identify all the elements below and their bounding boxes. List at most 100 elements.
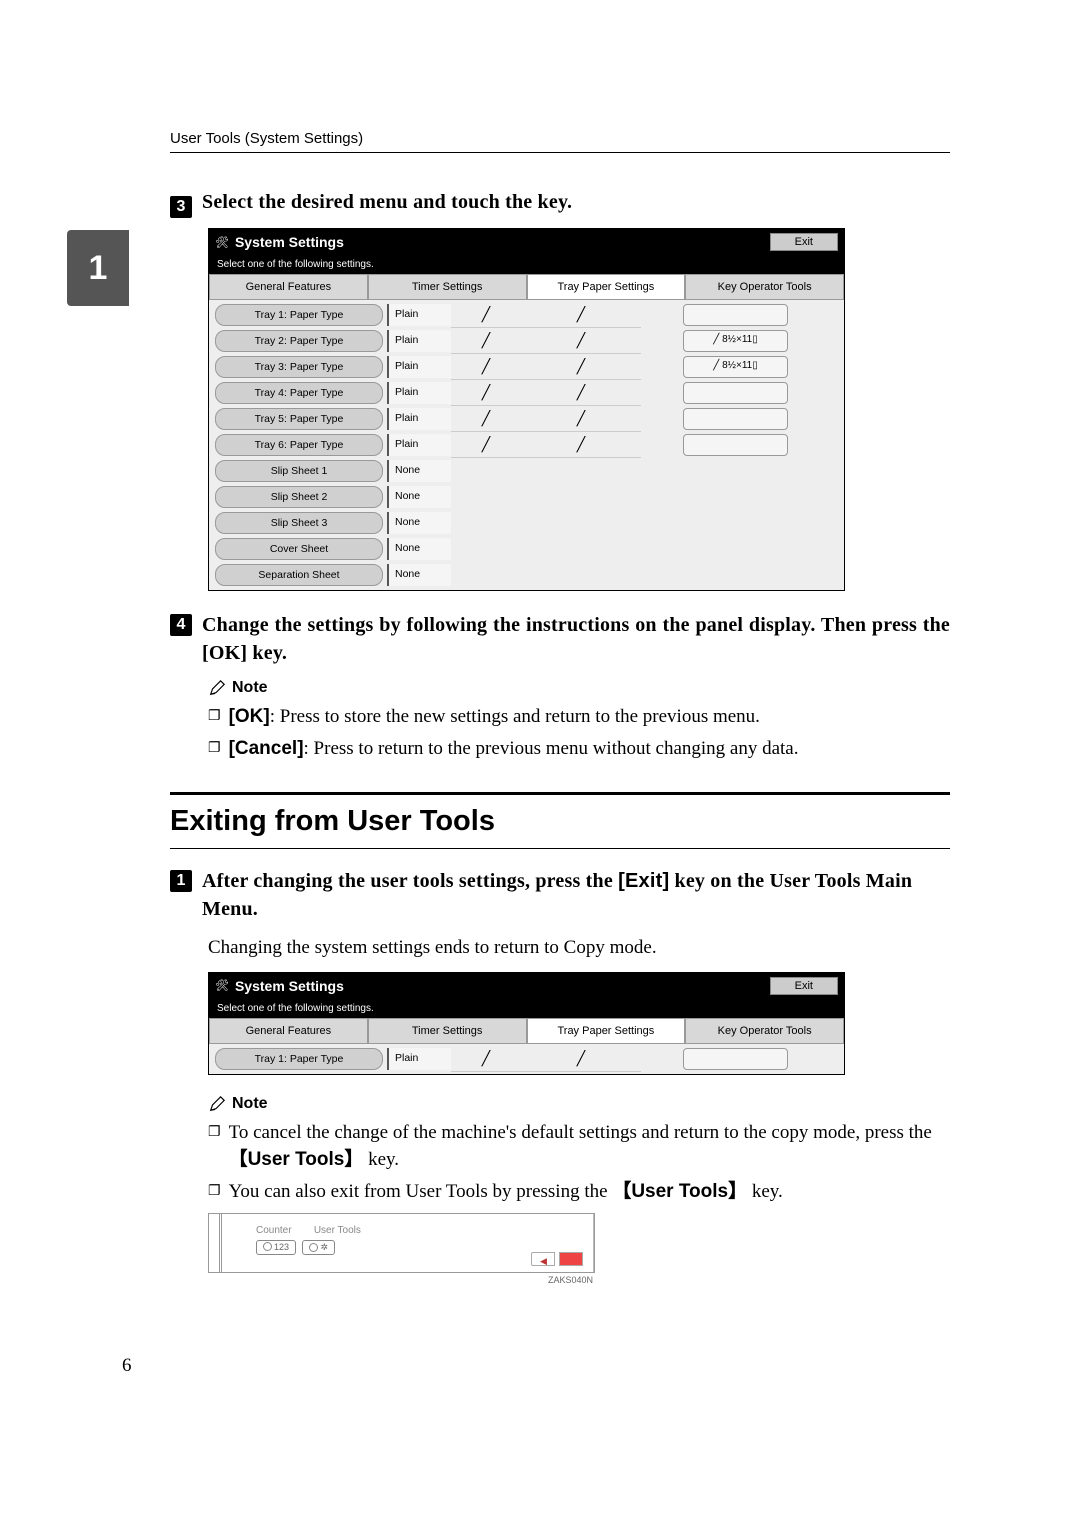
ss2-tray1-size-box[interactable] (683, 1048, 788, 1070)
tray4-col2: ╱ (451, 380, 521, 406)
bullet-cancel: ❐ [Cancel]: Press to return to the previ… (208, 735, 950, 763)
tab-tray-paper-settings[interactable]: Tray Paper Settings (527, 274, 686, 300)
ss2-tab-tray[interactable]: Tray Paper Settings (527, 1018, 686, 1044)
bullet-cancel-change: ❐ To cancel the change of the machine's … (208, 1119, 950, 1174)
tray5-size-box[interactable] (683, 408, 788, 430)
ss1-title: System Settings (235, 234, 764, 250)
slipsheet2-button[interactable]: Slip Sheet 2 (215, 486, 383, 508)
slipsheet3-button[interactable]: Slip Sheet 3 (215, 512, 383, 534)
tab-timer-settings[interactable]: Timer Settings (368, 274, 527, 300)
ss2-body: Tray 1: Paper TypePlain╱╱ (209, 1044, 844, 1074)
tray6-col2: ╱ (451, 432, 521, 458)
cancel-change-text-b: key. (363, 1149, 399, 1170)
stop-key-icon[interactable] (559, 1252, 583, 1266)
tray6-size-box[interactable] (683, 434, 788, 456)
ss2-tray1-value: Plain (387, 1048, 451, 1070)
ss2-tray1-col2: ╱ (451, 1046, 521, 1072)
figure-code: ZAKS040N (208, 1275, 593, 1285)
ss2-titlebar: 🛠 System Settings Exit (209, 973, 844, 999)
separationsheet-value: None (387, 564, 451, 586)
tray6-col3: ╱ (521, 432, 641, 458)
running-header-text: User Tools (System Settings) (170, 130, 363, 147)
tab-key-operator-tools[interactable]: Key Operator Tools (685, 274, 844, 300)
ss2-tab-keyop[interactable]: Key Operator Tools (685, 1018, 844, 1044)
note-header-2: Note (208, 1095, 950, 1113)
bullet-icon: ❐ (208, 1123, 221, 1178)
tray6-value: Plain (387, 434, 451, 456)
tray1-col3: ╱ (521, 302, 641, 328)
ss2-tray1-button[interactable]: Tray 1: Paper Type (215, 1048, 383, 1070)
body-text-1: Changing the system settings ends to ret… (208, 935, 950, 962)
tab-general-features[interactable]: General Features (209, 274, 368, 300)
usertools-label: User Tools (314, 1225, 361, 1236)
tray3-value: Plain (387, 356, 451, 378)
tray2-value: Plain (387, 330, 451, 352)
ok-key-label: [OK] (229, 706, 270, 727)
cancel-desc: : Press to return to the previous menu w… (304, 738, 799, 759)
ok-desc: : Press to store the new settings and re… (270, 706, 760, 727)
ss1-body: Tray 1: Paper TypePlain╱╱ Tray 2: Paper … (209, 300, 844, 590)
exit-step-text-a: After changing the user tools settings, … (202, 870, 618, 892)
counter-label: Counter (256, 1225, 292, 1236)
separationsheet-button[interactable]: Separation Sheet (215, 564, 383, 586)
tray2-col3: ╱ (521, 328, 641, 354)
ss2-subtitle: Select one of the following settings. (209, 999, 844, 1018)
step-4-text: Change the settings by following the ins… (202, 611, 950, 667)
tray4-col3: ╱ (521, 380, 641, 406)
system-settings-screenshot-1: 🛠 System Settings Exit Select one of the… (208, 228, 845, 591)
user-tools-key-2: 【User Tools】 (612, 1181, 747, 1202)
ss2-exit-button[interactable]: Exit (770, 977, 838, 995)
also-exit-text-b: key. (747, 1181, 783, 1202)
tray3-col3: ╱ (521, 354, 641, 380)
counter-key[interactable]: 123 (256, 1240, 296, 1255)
chapter-side-tab: 1 (67, 230, 129, 306)
slipsheet1-button[interactable]: Slip Sheet 1 (215, 460, 383, 482)
ss1-exit-button[interactable]: Exit (770, 233, 838, 251)
tray1-col2: ╱ (451, 302, 521, 328)
coversheet-value: None (387, 538, 451, 560)
system-settings-screenshot-2: 🛠 System Settings Exit Select one of the… (208, 972, 845, 1075)
also-exit-text-a: You can also exit from User Tools by pre… (229, 1181, 613, 1202)
tray3-button[interactable]: Tray 3: Paper Type (215, 356, 383, 378)
cancel-change-text-a: To cancel the change of the machine's de… (229, 1122, 932, 1143)
step-3-text: Select the desired menu and touch the ke… (202, 188, 572, 216)
user-tools-key[interactable]: ✲ (302, 1240, 335, 1255)
pencil-icon (208, 1095, 226, 1113)
note-header-1: Note (208, 679, 950, 697)
control-panel-diagram: Counter User Tools 123 ✲ (208, 1213, 595, 1273)
bullet-also-exit: ❐ You can also exit from User Tools by p… (208, 1178, 950, 1206)
bullet-icon: ❐ (208, 739, 221, 767)
exit-step-number-1: 1 (170, 870, 192, 892)
coversheet-button[interactable]: Cover Sheet (215, 538, 383, 560)
ss2-tray1-col3: ╱ (521, 1046, 641, 1072)
exit-step-1-text: After changing the user tools settings, … (202, 867, 950, 923)
tray1-value: Plain (387, 304, 451, 326)
tray1-button[interactable]: Tray 1: Paper Type (215, 304, 383, 326)
slipsheet3-value: None (387, 512, 451, 534)
tools-icon: 🛠 (215, 236, 229, 249)
tray6-button[interactable]: Tray 6: Paper Type (215, 434, 383, 456)
page-number: 6 (122, 1355, 950, 1377)
tray5-button[interactable]: Tray 5: Paper Type (215, 408, 383, 430)
tray2-button[interactable]: Tray 2: Paper Type (215, 330, 383, 352)
step-4: 4 Change the settings by following the i… (170, 611, 950, 667)
tray1-size-box[interactable] (683, 304, 788, 326)
back-key-icon[interactable] (531, 1252, 555, 1266)
tray4-button[interactable]: Tray 4: Paper Type (215, 382, 383, 404)
pencil-icon (208, 679, 226, 697)
running-header: User Tools (System Settings) (170, 130, 950, 153)
tray3-size-box[interactable]: ╱ 8½×11▯ (683, 356, 788, 378)
user-tools-key-1: 【User Tools】 (229, 1149, 364, 1170)
ss2-tab-timer[interactable]: Timer Settings (368, 1018, 527, 1044)
section-heading-rule: Exiting from User Tools (170, 792, 950, 849)
cancel-key-label: [Cancel] (229, 738, 304, 759)
tray5-col3: ╱ (521, 406, 641, 432)
tray2-size-box[interactable]: ╱ 8½×11▯ (683, 330, 788, 352)
ss1-tabs: General Features Timer Settings Tray Pap… (209, 274, 844, 300)
tray5-value: Plain (387, 408, 451, 430)
slipsheet2-value: None (387, 486, 451, 508)
bullet-ok: ❐ [OK]: Press to store the new settings … (208, 703, 950, 731)
ss2-tab-general[interactable]: General Features (209, 1018, 368, 1044)
tray4-size-box[interactable] (683, 382, 788, 404)
step-number-4: 4 (170, 614, 192, 636)
